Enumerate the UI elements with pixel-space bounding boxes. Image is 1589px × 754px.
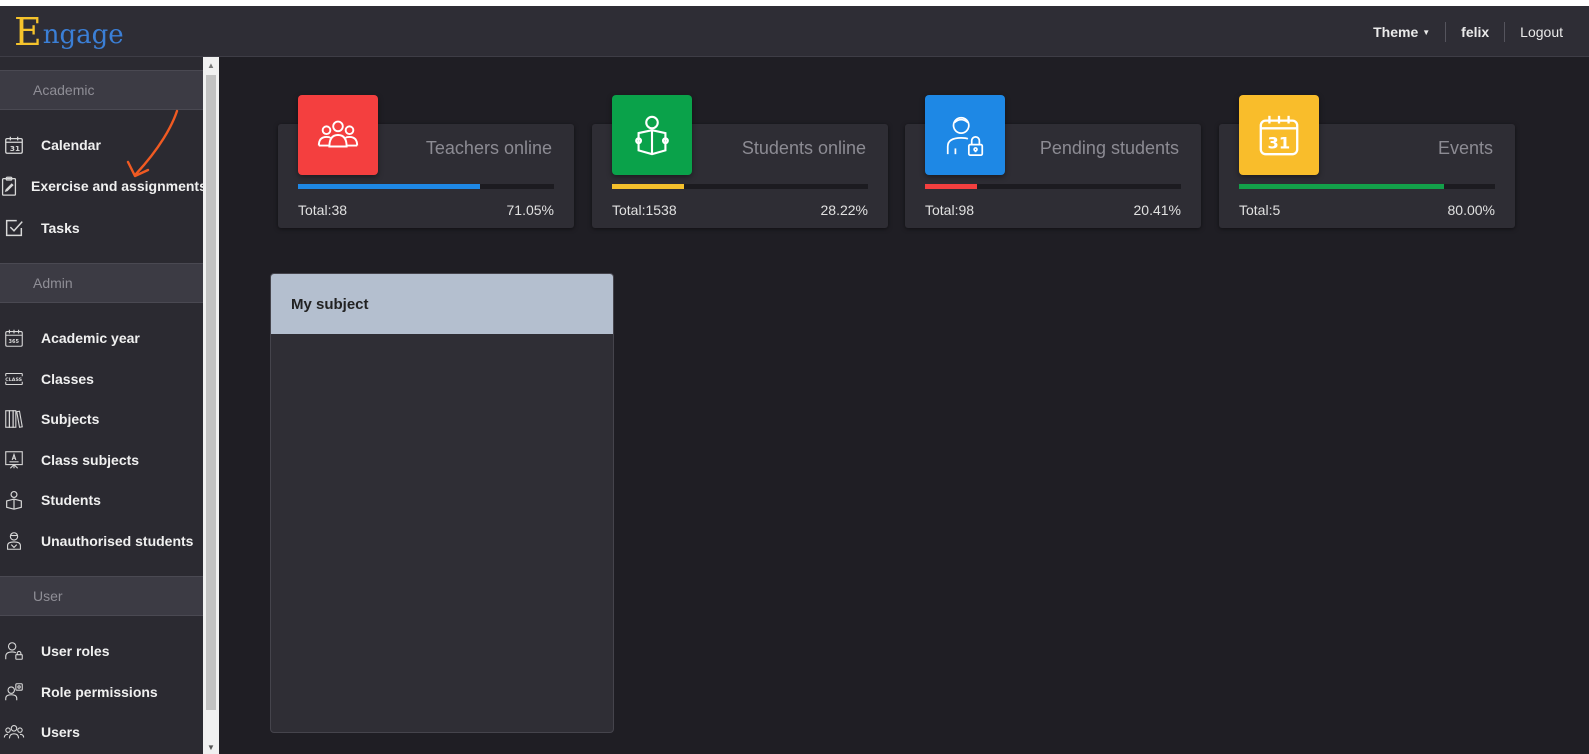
calendar-365-icon: 365 xyxy=(0,321,30,355)
sidebar-item-tasks[interactable]: Tasks xyxy=(0,211,203,245)
stat-total: Total:1538 xyxy=(612,202,677,218)
sidebar-item-subjects[interactable]: Subjects xyxy=(0,402,203,436)
header-menu: Theme ▼ felix Logout xyxy=(1358,6,1589,57)
scroll-down-arrow-icon[interactable]: ▼ xyxy=(207,743,215,752)
stat-total: Total:38 xyxy=(298,202,348,218)
unauthorised-student-icon xyxy=(0,524,30,558)
svg-text:CLASS: CLASS xyxy=(5,377,22,383)
progress-track xyxy=(612,184,868,189)
progress-fill xyxy=(925,184,978,189)
sidebar-item-label: Students xyxy=(41,492,101,508)
sidebar-item-label: Academic year xyxy=(41,330,140,346)
stat-title: Pending students xyxy=(1039,138,1179,158)
sidebar-section-admin: Admin xyxy=(0,263,203,303)
stat-card-pending-students: Pending students Total:98 20.41% xyxy=(905,95,1201,228)
theme-label: Theme xyxy=(1373,23,1419,40)
progress-track xyxy=(298,184,554,189)
scrollbar-thumb[interactable] xyxy=(206,75,216,710)
sidebar-section-academic: Academic xyxy=(0,70,203,110)
sidebar-item-classes[interactable]: CLASS Classes xyxy=(0,362,203,396)
sidebar-item-unauthorised-students[interactable]: Unauthorised students xyxy=(0,524,203,558)
caret-down-icon: ▼ xyxy=(1422,27,1431,37)
logo-initial: E xyxy=(14,10,42,54)
class-icon: CLASS xyxy=(0,362,30,396)
main-content: Teachers online Total:38 71.05% Students… xyxy=(219,57,1589,754)
progress-track xyxy=(925,184,1181,189)
sidebar-item-label: Subjects xyxy=(41,411,100,427)
stat-percent: 71.05% xyxy=(506,202,554,218)
annotation-arrow-icon xyxy=(126,109,179,178)
sidebar-item-label: Tasks xyxy=(41,220,80,236)
calendar-31-icon: 31 xyxy=(1239,95,1319,175)
svg-text:31: 31 xyxy=(10,144,20,153)
sidebar-item-academic-year[interactable]: 365 Academic year xyxy=(0,321,203,355)
scroll-up-arrow-icon[interactable]: ▲ xyxy=(207,61,215,70)
student-icon xyxy=(0,483,30,517)
sidebar-item-role-permissions[interactable]: Role permissions xyxy=(0,675,203,709)
stat-card-events: 31 Events Total:5 80.00% xyxy=(1219,95,1515,228)
stat-total: Total:5 xyxy=(1239,202,1281,218)
panel-title: My subject xyxy=(271,274,613,334)
username-link[interactable]: felix xyxy=(1445,21,1504,42)
progress-fill xyxy=(612,184,685,189)
checkbox-icon xyxy=(0,211,30,245)
svg-text:365: 365 xyxy=(9,339,20,345)
my-subject-panel: My subject xyxy=(270,273,614,733)
svg-text:31: 31 xyxy=(1268,133,1291,152)
clipboard-icon xyxy=(0,169,20,203)
stat-title: Students online xyxy=(741,138,866,158)
stat-percent: 80.00% xyxy=(1447,202,1495,218)
sidebar-item-label: Users xyxy=(41,724,80,740)
sidebar-item-class-subjects[interactable]: Class subjects xyxy=(0,443,203,477)
sidebar-item-label: Role permissions xyxy=(41,684,158,700)
sidebar-item-label: Unauthorised students xyxy=(41,533,194,549)
user-role-icon xyxy=(0,634,30,668)
sidebar-item-students[interactable]: Students xyxy=(0,483,203,517)
reading-student-icon xyxy=(612,95,692,175)
stat-card-teachers-online: Teachers online Total:38 71.05% xyxy=(278,95,574,228)
stat-card-students-online: Students online Total:1538 28.22% xyxy=(592,95,888,228)
role-permissions-icon xyxy=(0,675,30,709)
users-icon xyxy=(0,715,30,749)
sidebar-item-users[interactable]: Users xyxy=(0,715,203,749)
group-icon xyxy=(298,95,378,175)
sidebar-item-label: Classes xyxy=(41,371,94,387)
stat-total: Total:98 xyxy=(925,202,975,218)
sidebar-item-user-roles[interactable]: User roles xyxy=(0,634,203,668)
logout-link[interactable]: Logout xyxy=(1504,21,1589,42)
sidebar-item-label: User roles xyxy=(41,643,110,659)
books-icon xyxy=(0,402,30,436)
progress-track xyxy=(1239,184,1495,189)
sidebar-item-label: Class subjects xyxy=(41,452,140,468)
sidebar-item-label: Calendar xyxy=(41,137,101,153)
top-navbar: E ngage Theme ▼ felix Logout xyxy=(0,6,1589,57)
locked-user-icon xyxy=(925,95,1005,175)
stat-title: Teachers online xyxy=(425,138,552,158)
theme-dropdown[interactable]: Theme ▼ xyxy=(1358,22,1445,42)
whiteboard-icon xyxy=(0,443,30,477)
calendar-icon: 31 xyxy=(0,128,30,162)
sidebar-scrollbar[interactable]: ▲ ▼ xyxy=(203,57,219,754)
progress-fill xyxy=(298,184,480,189)
progress-fill xyxy=(1239,184,1444,189)
logo-text: ngage xyxy=(42,20,124,50)
stat-percent: 20.41% xyxy=(1133,202,1181,218)
stat-title: Events xyxy=(1437,138,1493,158)
stat-percent: 28.22% xyxy=(820,202,868,218)
sidebar-section-user: User xyxy=(0,576,203,616)
engage-logo[interactable]: E ngage xyxy=(14,12,124,52)
